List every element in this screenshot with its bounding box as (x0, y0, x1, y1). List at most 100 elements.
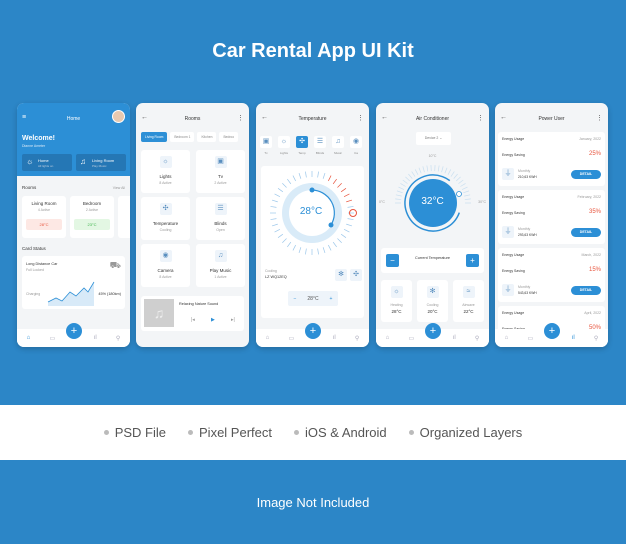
more-icon[interactable]: ⋮ (357, 114, 364, 122)
mode-card[interactable]: ☼ Heating 28°C (381, 280, 412, 322)
tab-bedroom-1[interactable]: Bedroom 1 (170, 132, 195, 142)
snowflake-icon[interactable]: ✻ (335, 269, 347, 281)
stats-icon[interactable]: ıl (453, 335, 456, 341)
energy-card: Energy Usage March, 2022 Energy Saving 15% ⏚… (498, 248, 605, 302)
saving-percent: 15% (588, 267, 601, 273)
album-art: ♫ (144, 299, 174, 327)
avatar[interactable] (112, 110, 125, 123)
tab-living-room[interactable]: Living Room (141, 132, 168, 142)
add-button[interactable]: + (544, 323, 560, 339)
device-icon: ✣ (296, 136, 308, 148)
quick-label: Home (38, 158, 49, 163)
device-label: Blinds (315, 151, 325, 155)
device-selected: Device 2 (424, 136, 439, 140)
fan-icon[interactable]: ✣ (350, 269, 362, 281)
tab-bedroom-2[interactable]: Bedroo (219, 132, 239, 142)
more-icon[interactable]: ⋮ (237, 114, 244, 122)
more-icon[interactable]: ⋮ (477, 114, 484, 122)
control-label: Current Temperature (415, 256, 450, 260)
home-icon[interactable]: ⌂ (266, 335, 270, 341)
add-button[interactable]: + (425, 323, 441, 339)
decrease-button[interactable]: − (293, 296, 296, 302)
tab-kitchen[interactable]: Kitchen (197, 132, 217, 142)
calendar-icon[interactable]: ▭ (289, 335, 295, 342)
room-tile[interactable]: ☰ Blinds Open (196, 197, 245, 240)
stats-icon[interactable]: ıl (333, 335, 336, 341)
quick-living-room[interactable]: ♫ Living Room Play Music (76, 154, 126, 171)
user-icon[interactable]: ⚲ (116, 335, 120, 342)
stats-icon[interactable]: ıl (94, 335, 97, 341)
screen-title: Power User (538, 116, 565, 122)
calendar-icon[interactable]: ▭ (50, 335, 56, 342)
add-button[interactable]: + (305, 323, 321, 339)
home-icon[interactable]: ⌂ (386, 335, 390, 341)
room-tile[interactable]: ✣ Temperature Cooling (141, 197, 190, 240)
play-icon[interactable]: ▶ (211, 317, 215, 323)
view-all-link[interactable]: View All (113, 186, 125, 190)
tile-sub: 2 Active (214, 181, 227, 185)
stats-icon[interactable]: ıl (572, 335, 575, 341)
usage-label: Energy Usage (502, 311, 525, 315)
device-tab[interactable]: ◉ Ca (350, 130, 362, 155)
wind-icon: ≈ (462, 286, 475, 298)
ac-temperature-value: 32°C (421, 196, 444, 207)
device-icon: ▣ (260, 136, 272, 148)
saving-percent: 35% (588, 209, 601, 215)
mode-card[interactable]: ≈ Airwave 22°C (453, 280, 484, 322)
monthly-kwh: 293,63 KWH (518, 233, 537, 237)
device-tab[interactable]: ☼ Lights (278, 130, 290, 155)
calendar-icon[interactable]: ▭ (409, 335, 415, 342)
quick-sub: Play Music (92, 164, 107, 168)
room-card[interactable]: Living Room 4 Active 28°C (22, 196, 66, 238)
device-label: Music (334, 151, 342, 155)
home-icon[interactable]: ⌂ (27, 335, 31, 341)
thermostat-card: 28°C Cooling LZ WQ12EQ ✻ ✣ − 28°C + (261, 166, 364, 318)
mode-name: Cooling (426, 303, 439, 307)
temperature-stepper: − 28°C + (288, 291, 338, 306)
air-conditioner-screen: ← Air Conditioner ⋮ Device 2 ⌄ 10°C 0°C … (376, 103, 489, 347)
monthly-kwh: 210,63 KWH (518, 175, 537, 179)
charging-chart (47, 281, 95, 306)
next-icon[interactable]: ▸| (231, 317, 235, 323)
room-tile[interactable]: ▣ Tv 2 Active (196, 150, 245, 193)
room-name: Living Room (31, 201, 57, 206)
monthly-label: Monthly (518, 169, 531, 173)
feature-label: PSD File (114, 425, 167, 440)
more-icon[interactable]: ⋮ (596, 114, 603, 122)
user-icon[interactable]: ⚲ (475, 335, 479, 342)
room-tile[interactable]: ☼ Lights 8 Active (141, 150, 190, 193)
detail-button[interactable]: DETAIL (571, 228, 601, 237)
device-tab[interactable]: ☰ Blinds (314, 130, 326, 155)
decrease-button[interactable]: − (386, 254, 399, 267)
device-tab[interactable]: ✣ Temp (296, 130, 308, 155)
device-dropdown[interactable]: Device 2 ⌄ (416, 132, 451, 145)
room-tile[interactable]: ◉ Camera 8 Active (141, 244, 190, 287)
increase-button[interactable]: + (466, 254, 479, 267)
fan-icon: ✣ (159, 203, 172, 215)
detail-button[interactable]: DETAIL (571, 286, 601, 295)
charging-value: 45% (180km) (98, 292, 121, 296)
user-icon[interactable]: ⚲ (594, 335, 598, 342)
add-button[interactable]: + (66, 323, 82, 339)
room-card[interactable]: Bedroom 2 Active 23°C (70, 196, 114, 238)
detail-button[interactable]: DETAIL (571, 170, 601, 179)
user-icon[interactable]: ⚲ (355, 335, 359, 342)
previous-icon[interactable]: |◂ (191, 317, 195, 323)
home-icon[interactable]: ⌂ (505, 335, 509, 341)
device-tab[interactable]: ▣ Tv (260, 130, 272, 155)
car-card[interactable]: Long Distance Car Full Locked ⛟ Charging… (22, 256, 125, 309)
increase-button[interactable]: + (330, 296, 333, 302)
calendar-icon[interactable]: ▭ (528, 335, 534, 342)
quick-home[interactable]: ☼ Home All lights on (22, 154, 72, 171)
tile-name: Blinds (214, 221, 227, 226)
room-tabs: Living Room Bedroom 1 Kitchen Bedroo (141, 132, 239, 142)
room-sub: 4 Active (37, 208, 51, 212)
saving-label: Energy Saving (502, 211, 525, 215)
charging-label: Charging (26, 292, 41, 296)
device-tab[interactable]: ♫ Music (332, 130, 344, 155)
mode-card[interactable]: ✻ Cooling 20°C (417, 280, 448, 322)
room-card[interactable] (118, 196, 130, 238)
room-tile[interactable]: ♫ Play Music 1 Active (196, 244, 245, 287)
tv-icon: ▣ (214, 156, 227, 168)
usage-date: March, 2022 (581, 253, 601, 257)
